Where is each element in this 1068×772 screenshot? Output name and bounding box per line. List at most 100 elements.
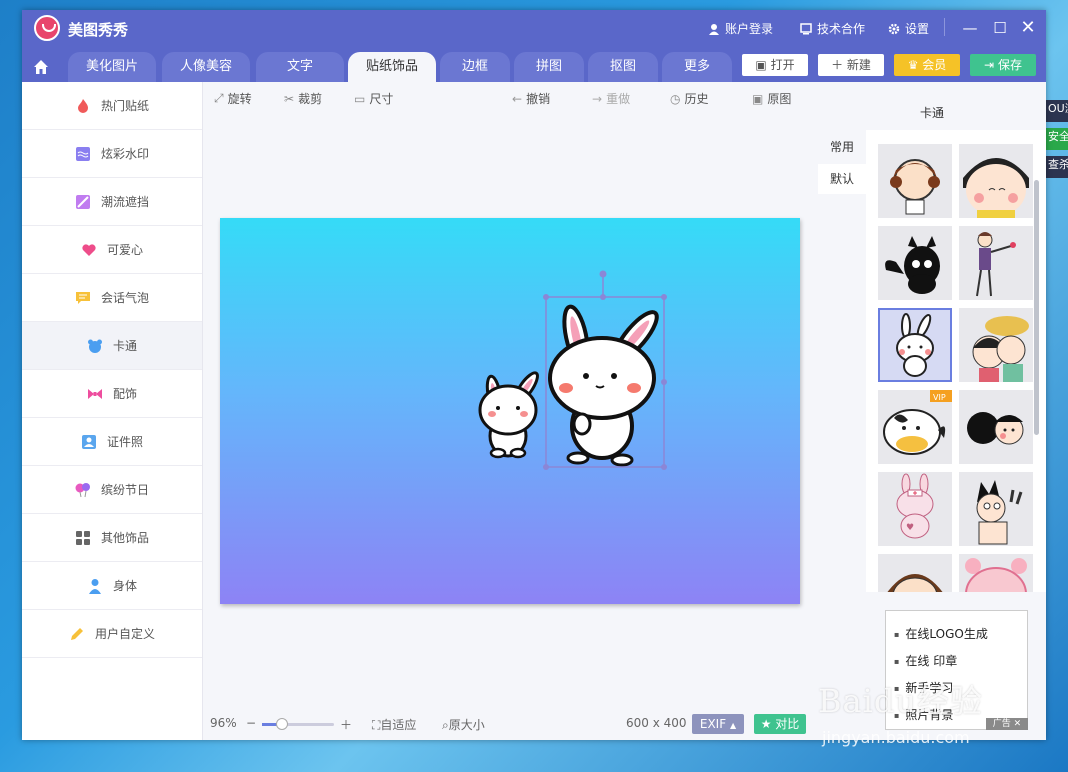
tab-common[interactable]: 常用 <box>818 132 866 162</box>
vip-button[interactable]: ♛ 会员 <box>894 54 960 76</box>
category-panel: 热门贴纸 炫彩水印 潮流遮挡 可爱心 会话气泡 卡通 配饰 证件照 缤纷节日 其… <box>22 82 203 740</box>
size-label: 尺寸 <box>369 92 394 106</box>
ad-close-icon[interactable]: ✕ <box>1014 719 1022 729</box>
ad-link-logo[interactable]: 在线LOGO生成 <box>894 621 1027 648</box>
tech-button[interactable]: 技术合作 <box>800 20 865 37</box>
compare-button[interactable]: ★ 对比 <box>754 714 806 734</box>
desktop-item-1[interactable]: OU浏 <box>1046 100 1068 122</box>
history-button[interactable]: ◷ 历史 <box>670 90 709 107</box>
straw-hat-kids-sticker-icon <box>972 316 1029 382</box>
maximize-button[interactable]: ☐ <box>988 16 1012 40</box>
original-button[interactable]: ▣ 原图 <box>752 90 791 107</box>
sticker-thumb[interactable] <box>959 144 1033 218</box>
fit-label: 自适应 <box>380 718 417 732</box>
nurse-rabbit-sticker-icon: ♥ <box>896 473 934 539</box>
category-festival[interactable]: 缤纷节日 <box>22 466 202 514</box>
category-label: 缤纷节日 <box>100 483 149 497</box>
undo-label: 撤销 <box>526 92 551 106</box>
sticker-thumb[interactable] <box>959 308 1033 382</box>
sticker-thumb[interactable] <box>959 390 1033 464</box>
zoom-slider-track[interactable] <box>262 718 334 730</box>
minimize-button[interactable]: — <box>958 16 982 40</box>
zoom-slider-thumb[interactable] <box>276 718 288 730</box>
tab-default[interactable]: 默认 <box>818 164 866 194</box>
girl-sticker-icon <box>890 159 940 215</box>
new-button[interactable]: ＋ 新建 <box>818 54 884 76</box>
sticker-thumb[interactable] <box>878 226 952 300</box>
category-body[interactable]: 身体 <box>22 562 202 610</box>
image-canvas[interactable] <box>220 218 800 604</box>
fit-button[interactable]: ⛶自适应 <box>372 716 416 733</box>
exif-button[interactable]: EXIF ▲ <box>692 714 744 734</box>
plus-icon: ＋ <box>831 58 844 72</box>
plus-icon: ＋ <box>340 718 353 732</box>
tech-label: 技术合作 <box>817 22 866 36</box>
login-button[interactable]: 账户登录 <box>708 20 773 37</box>
watermark-icon <box>75 146 90 161</box>
open-button[interactable]: ▣ 打开 <box>742 54 808 76</box>
sticker-thumb[interactable] <box>959 554 1033 592</box>
sticker-thumb[interactable]: ♥ <box>878 472 952 546</box>
category-mask[interactable]: 潮流遮挡 <box>22 178 202 226</box>
zoom-in-button[interactable]: ＋ <box>340 716 352 733</box>
desktop-right-edge: OU浏 安全 查杀 <box>1046 100 1068 184</box>
sticker-thumb[interactable]: VIP <box>878 390 952 464</box>
arrow-right-icon: → <box>592 91 603 106</box>
clock-icon: ◷ <box>670 91 681 106</box>
big-rabbit-sticker[interactable] <box>548 304 663 467</box>
tab-more[interactable]: 更多 <box>662 52 732 82</box>
category-label: 用户自定义 <box>94 627 155 641</box>
mask-icon <box>75 194 90 209</box>
crop-button[interactable]: ✂ 裁剪 <box>284 90 322 107</box>
desktop-item-2[interactable]: 安全 <box>1046 128 1068 150</box>
sticker-thumb[interactable] <box>878 554 952 592</box>
sticker-thumb[interactable] <box>959 472 1033 546</box>
baidu-watermark-url: jingyan.baidu.com <box>822 728 970 747</box>
category-heart[interactable]: 可爱心 <box>22 226 202 274</box>
sticker-thumb[interactable] <box>959 226 1033 300</box>
tab-text[interactable]: 文字 <box>256 52 344 82</box>
speech-bubble-icon <box>75 291 90 304</box>
category-id-photo[interactable]: 证件照 <box>22 418 202 466</box>
category-bubble[interactable]: 会话气泡 <box>22 274 202 322</box>
tab-collage[interactable]: 拼图 <box>514 52 584 82</box>
rotate-button[interactable]: ⤢ 旋转 <box>214 90 252 107</box>
cow-sticker-icon: VIP <box>883 390 952 455</box>
sticker-scrollbar[interactable] <box>1034 180 1039 435</box>
ad-label: 广告 ✕ <box>986 718 1028 730</box>
tab-stickers[interactable]: 贴纸饰品 <box>348 52 436 82</box>
original-size-button[interactable]: ⌕原大小 <box>442 716 485 733</box>
category-watermark[interactable]: 炫彩水印 <box>22 130 202 178</box>
category-hot[interactable]: 热门贴纸 <box>22 82 202 130</box>
redo-label: 重做 <box>606 92 631 106</box>
desktop-item-3[interactable]: 查杀 <box>1046 156 1068 178</box>
sticker-thumb-selected[interactable] <box>878 308 952 382</box>
size-button[interactable]: ▭ 尺寸 <box>354 90 393 107</box>
tab-beautify[interactable]: 美化图片 <box>68 52 156 82</box>
home-tab[interactable] <box>26 52 56 82</box>
category-label: 配饰 <box>112 387 137 401</box>
category-custom[interactable]: 用户自定义 <box>22 610 202 658</box>
small-rabbit-sticker[interactable] <box>478 370 541 459</box>
ad-link-seal[interactable]: 在线 印章 <box>894 648 1027 675</box>
settings-button[interactable]: 设置 <box>888 20 929 37</box>
rotate-handle[interactable] <box>599 270 607 278</box>
undo-button[interactable]: ← 撤销 <box>512 90 550 107</box>
tab-portrait[interactable]: 人像美容 <box>162 52 250 82</box>
category-other[interactable]: 其他饰品 <box>22 514 202 562</box>
category-accessory[interactable]: 配饰 <box>22 370 202 418</box>
redo-button[interactable]: → 重做 <box>592 90 630 107</box>
astro-boy-sticker-icon <box>976 480 1023 545</box>
sticker-thumb[interactable] <box>878 144 952 218</box>
save-button[interactable]: ⇥ 保存 <box>970 54 1036 76</box>
zoom-out-button[interactable]: − <box>246 716 256 730</box>
tab-cutout[interactable]: 抠图 <box>588 52 658 82</box>
category-cartoon[interactable]: 卡通 <box>22 322 202 370</box>
tab-frame[interactable]: 边框 <box>440 52 510 82</box>
category-label: 证件照 <box>106 435 143 449</box>
close-button[interactable]: ✕ <box>1016 16 1040 40</box>
sticker-grid: VIP ♥ <box>866 130 1046 592</box>
heart-icon <box>82 243 96 256</box>
sticker-panel-title: 卡通 <box>919 106 944 120</box>
zoom-value: 96% <box>210 716 237 730</box>
